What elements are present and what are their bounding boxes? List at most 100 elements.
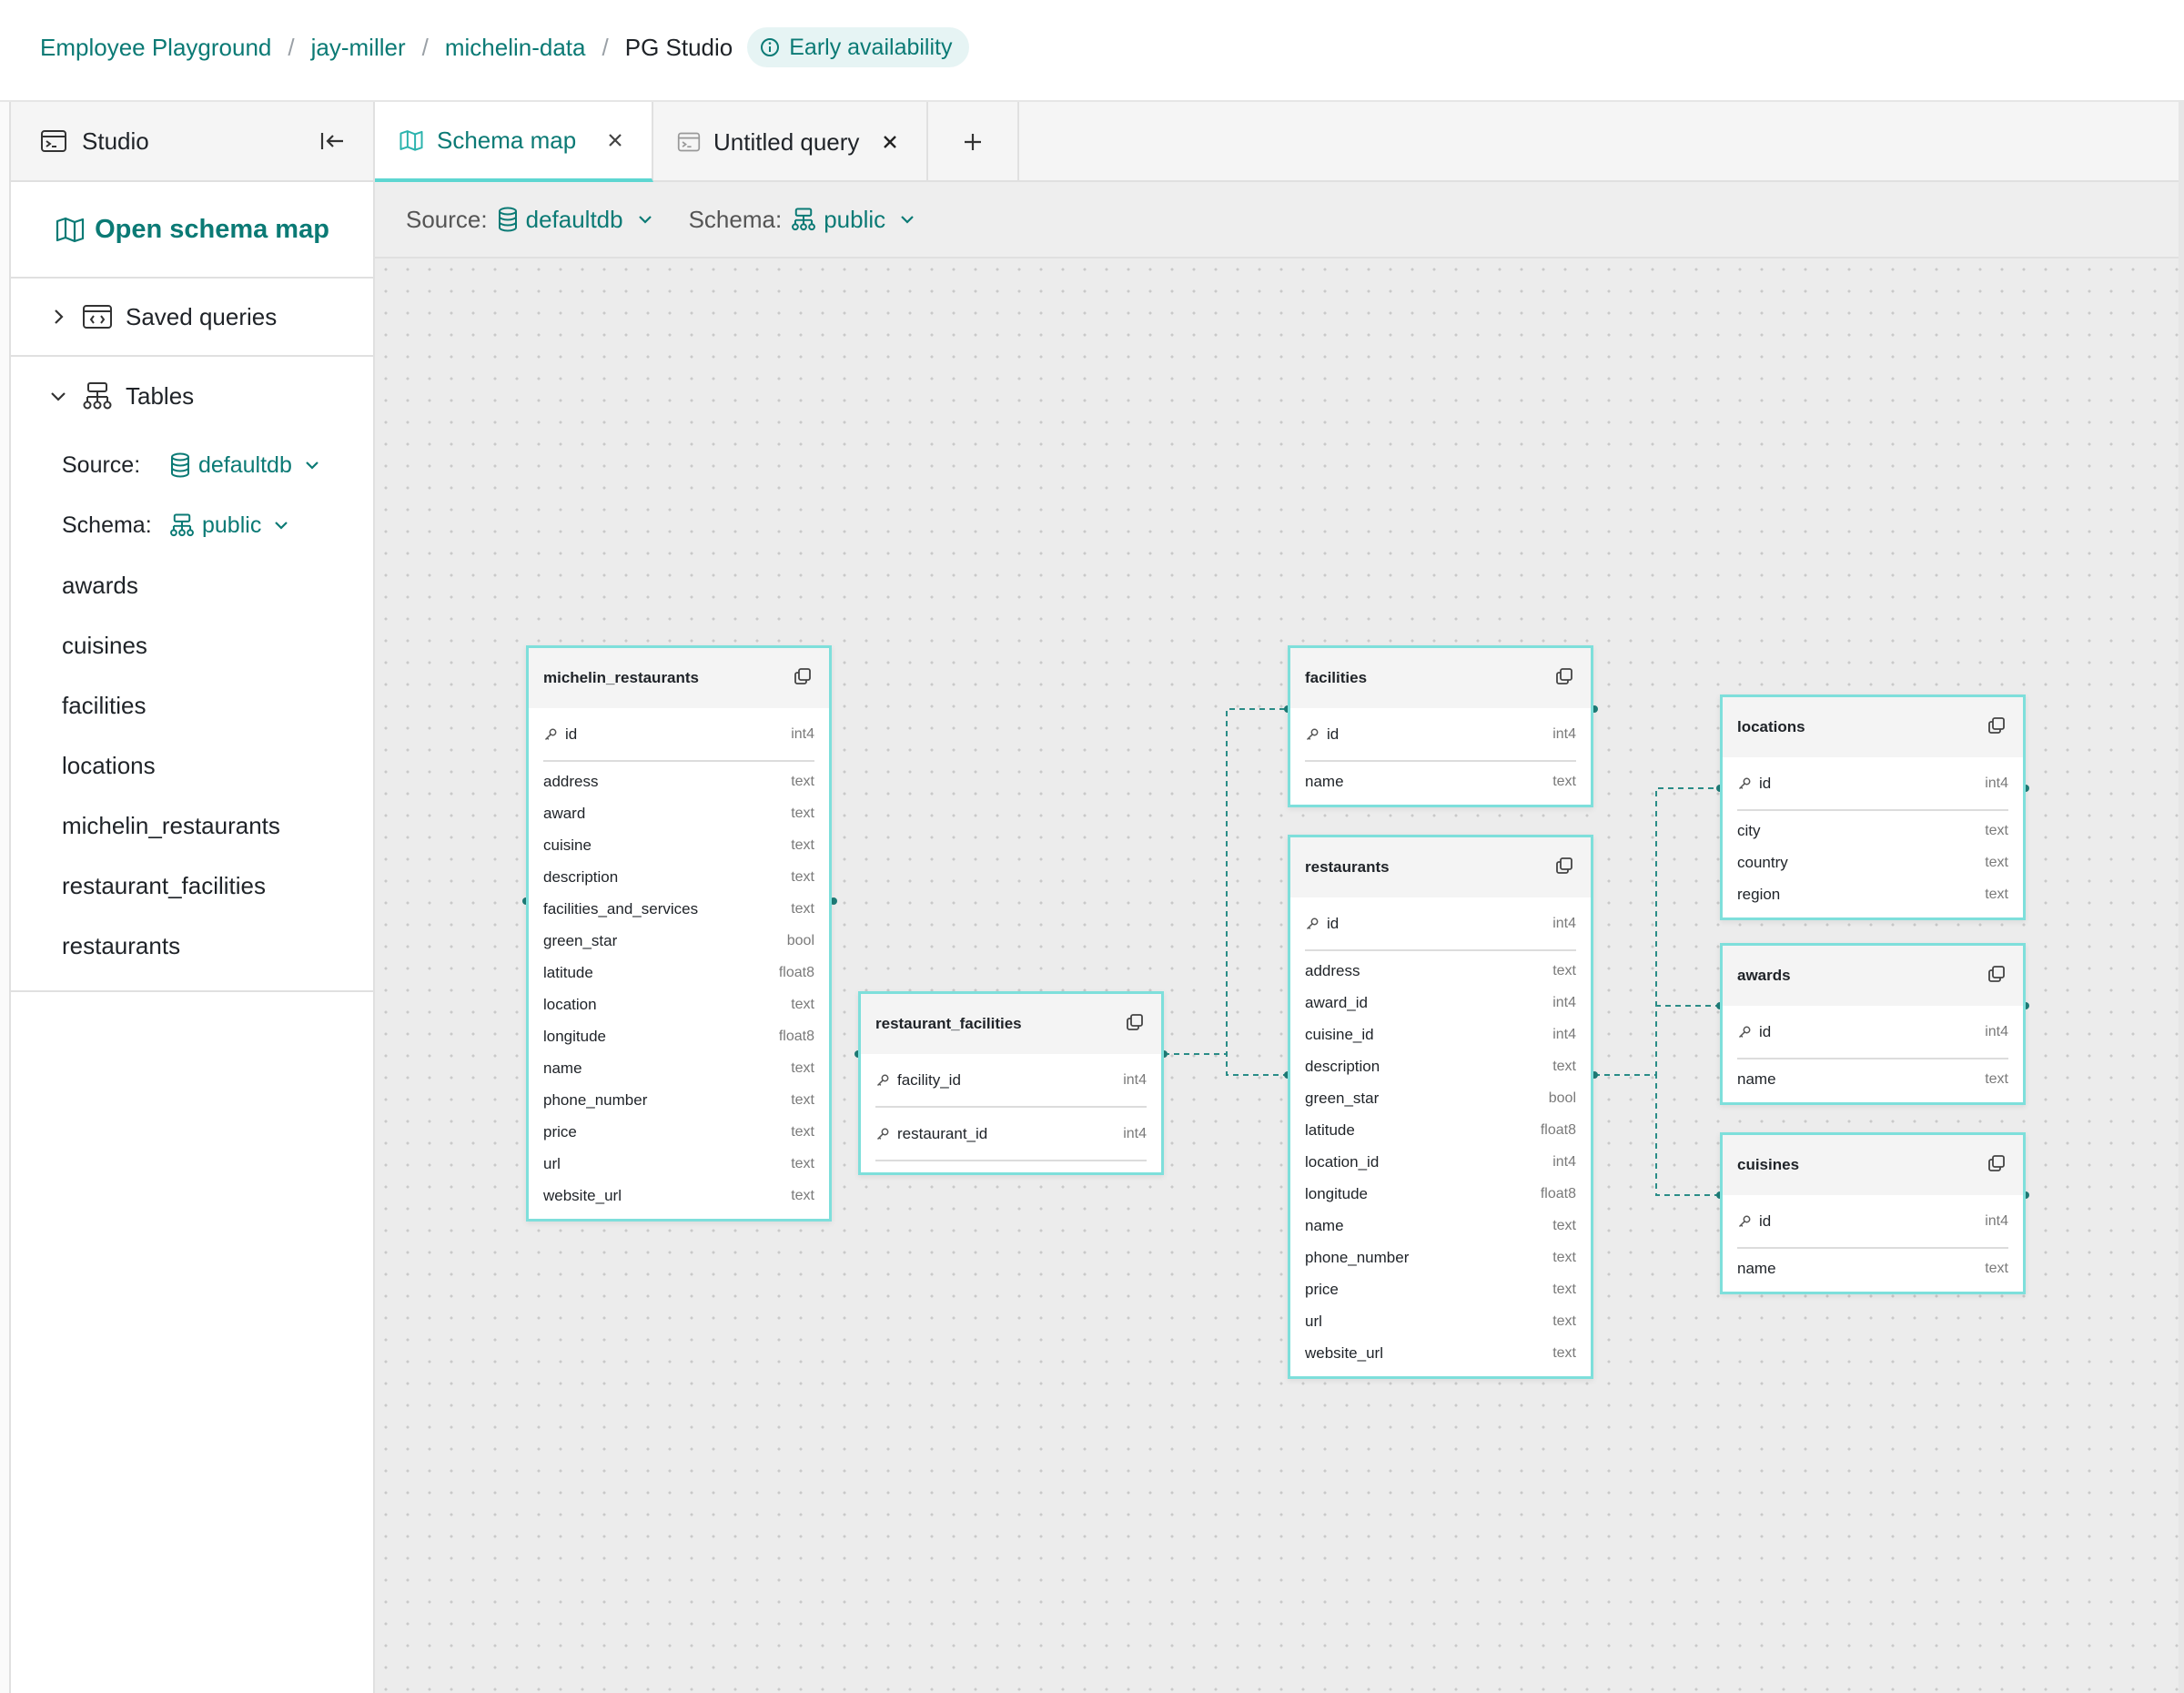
sidebar-table-restaurants[interactable]: restaurants — [11, 916, 373, 976]
tab-untitled-query[interactable]: Untitled query — [653, 102, 928, 182]
schema-select[interactable]: public — [169, 512, 298, 539]
column-name: id — [1327, 725, 1340, 743]
collapse-sidebar-icon[interactable] — [318, 129, 346, 153]
column-type: int4 — [1985, 775, 2008, 791]
copy-icon[interactable] — [1125, 1012, 1145, 1037]
table-card-awards[interactable]: awards id int4 name text — [1720, 943, 2026, 1105]
source-select[interactable]: defaultdb — [169, 452, 329, 479]
sitemap-icon — [792, 208, 816, 231]
sidebar-table-cuisines[interactable]: cuisines — [11, 615, 373, 675]
column-type: text — [1552, 962, 1576, 978]
table-card-cuisines[interactable]: cuisines id int4 name text — [1720, 1132, 2026, 1294]
column-row: location text — [529, 988, 829, 1020]
column-type: text — [791, 836, 814, 853]
database-icon — [171, 452, 189, 478]
sidebar-header: Studio — [11, 102, 373, 182]
schema-label: Schema: — [62, 512, 152, 538]
table-card-restaurant-facilities[interactable]: restaurant_facilities facility_id int4 rest… — [858, 991, 1164, 1175]
table-card-header: cuisines — [1723, 1135, 2023, 1195]
column-row: phone_number text — [529, 1084, 829, 1116]
column-name: award — [543, 804, 586, 822]
open-schema-map-button[interactable]: Open schema map — [11, 182, 373, 279]
breadcrumb-project[interactable]: jay-miller — [311, 34, 406, 62]
toolbar-schema-select[interactable]: public — [791, 206, 924, 234]
table-card-michelin-restaurants[interactable]: michelin_restaurants id int4 address text awa… — [526, 645, 832, 1222]
table-card-restaurants[interactable]: restaurants id int4 address text award_id int4… — [1288, 835, 1593, 1379]
copy-icon[interactable] — [1987, 1153, 2007, 1178]
code-file-icon — [83, 305, 112, 329]
column-row: url text — [529, 1148, 829, 1180]
toolbar-schema-label: Schema: — [688, 205, 783, 233]
map-icon — [56, 217, 85, 243]
column-type: text — [1552, 773, 1576, 789]
column-row: name text — [1723, 1252, 2023, 1284]
badge-label: Early availability — [789, 34, 953, 60]
open-schema-map-label: Open schema map — [95, 214, 329, 244]
sidebar-table-awards[interactable]: awards — [11, 555, 373, 615]
column-name: region — [1737, 885, 1781, 903]
column-row: description text — [1290, 1050, 1591, 1082]
column-type: text — [791, 805, 814, 821]
column-type: float8 — [778, 1028, 814, 1044]
sidebar-table-michelin-restaurants[interactable]: michelin_restaurants — [11, 796, 373, 856]
copy-icon[interactable] — [1987, 715, 2007, 740]
sidebar-schema-filter: Schema: public — [11, 495, 373, 555]
sidebar-table-facilities[interactable]: facilities — [11, 675, 373, 735]
sidebar-title: Studio — [82, 127, 149, 155]
copy-icon[interactable] — [1554, 666, 1574, 691]
column-name: facility_id — [897, 1070, 961, 1089]
breadcrumb-database[interactable]: michelin-data — [445, 34, 586, 62]
column-list: name text — [1723, 1249, 2023, 1292]
column-row: cuisine text — [529, 829, 829, 861]
tab-schema-map[interactable]: Schema map — [375, 102, 653, 182]
toolbar-source-select[interactable]: defaultdb — [497, 206, 662, 234]
column-name: city — [1737, 821, 1761, 839]
column-name: facilities_and_services — [543, 899, 699, 917]
column-name: id — [1759, 1211, 1772, 1230]
chevron-down-icon — [638, 216, 652, 224]
close-icon[interactable] — [606, 131, 624, 149]
key-icon — [1737, 1025, 1759, 1039]
tab-untitled-query-label: Untitled query — [713, 127, 860, 156]
sidebar-table-restaurant-facilities[interactable]: restaurant_facilities — [11, 856, 373, 916]
column-type: text — [1985, 1070, 2008, 1087]
column-name: phone_number — [1305, 1248, 1410, 1266]
copy-icon[interactable] — [1554, 856, 1574, 880]
column-row: name text — [529, 1052, 829, 1084]
breadcrumb-org[interactable]: Employee Playground — [40, 34, 271, 62]
column-type: text — [791, 1123, 814, 1140]
table-card-header: facilities — [1290, 648, 1591, 708]
primary-key-row: id int4 — [1723, 757, 2023, 809]
column-type: text — [791, 1187, 814, 1203]
add-tab-button[interactable] — [928, 102, 1019, 182]
table-card-header: awards — [1723, 946, 2023, 1006]
column-type: text — [1552, 1217, 1576, 1233]
tables-section-header[interactable]: Tables — [11, 357, 373, 435]
column-name: id — [1327, 914, 1340, 932]
column-row: name text — [1290, 765, 1591, 797]
column-type: text — [791, 996, 814, 1012]
column-name: website_url — [543, 1186, 622, 1204]
sidebar-table-locations[interactable]: locations — [11, 735, 373, 796]
table-card-facilities[interactable]: facilities id int4 name text — [1288, 645, 1593, 807]
column-type: int4 — [791, 725, 814, 742]
primary-key-row: id int4 — [1290, 897, 1591, 949]
column-type: bool — [786, 932, 814, 948]
breadcrumb: Employee Playground / jay-miller / miche… — [40, 27, 969, 67]
saved-queries-section[interactable]: Saved queries — [11, 279, 373, 357]
column-type: float8 — [1540, 1121, 1576, 1138]
copy-icon[interactable] — [1987, 964, 2007, 988]
key-icon — [1305, 917, 1327, 931]
copy-icon[interactable] — [793, 666, 813, 691]
column-row: price text — [529, 1116, 829, 1148]
close-icon[interactable] — [881, 133, 899, 151]
primary-key-row: id int4 — [529, 708, 829, 760]
column-row: green_star bool — [1290, 1082, 1591, 1114]
tab-bar: Schema map Untitled query — [375, 102, 2184, 182]
terminal-window-icon — [41, 130, 66, 152]
table-card-locations[interactable]: locations id int4 city text country text region… — [1720, 694, 2026, 920]
map-icon — [399, 130, 423, 151]
table-name: restaurant_facilities — [875, 1015, 1022, 1032]
column-type: int4 — [1123, 1125, 1147, 1141]
column-row: phone_number text — [1290, 1242, 1591, 1273]
